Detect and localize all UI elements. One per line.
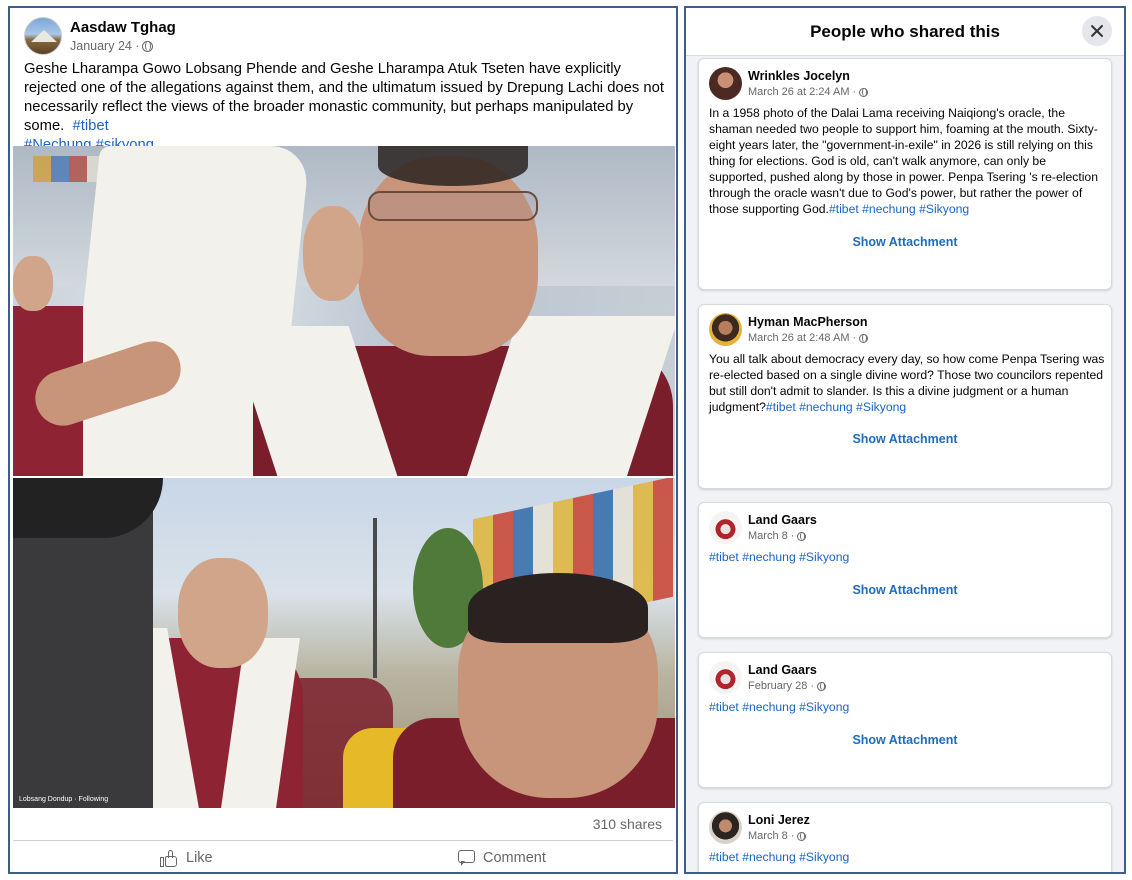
share-card: Hyman MacPherson March 26 at 2:48 AM · Y… [698, 304, 1112, 489]
post-photo-bottom[interactable]: Lobsang Dondup · Following [13, 478, 675, 808]
face-main [358, 156, 538, 356]
share-card: Wrinkles Jocelyn March 26 at 2:24 AM · I… [698, 58, 1112, 290]
globe-icon [859, 333, 869, 343]
share-hashtags[interactable]: #tibet #nechung #Sikyong [709, 850, 849, 864]
share-hashtags[interactable]: #tibet #nechung #Sikyong [829, 202, 969, 216]
close-icon [1090, 24, 1104, 38]
show-attachment-button[interactable]: Show Attachment [699, 432, 1111, 446]
share-meta: Loni Jerez March 8 · [748, 813, 810, 842]
like-button[interactable]: Like [160, 844, 213, 872]
face-left [13, 256, 53, 311]
share-text: In a 1958 photo of the Dalai Lama receiv… [709, 105, 1105, 217]
sharer-name[interactable]: Land Gaars [748, 513, 817, 527]
globe-icon [797, 831, 807, 841]
share-header: Wrinkles Jocelyn March 26 at 2:24 AM · [709, 67, 869, 100]
globe-icon [859, 87, 869, 97]
thumbs-up-icon [160, 849, 178, 867]
face-behind [303, 206, 363, 301]
share-meta: Land Gaars February 28 · [748, 663, 827, 692]
show-attachment-button[interactable]: Show Attachment [699, 733, 1111, 747]
glasses [368, 191, 538, 221]
avatar[interactable] [709, 811, 742, 844]
share-body: In a 1958 photo of the Dalai Lama receiv… [709, 106, 1098, 216]
avatar[interactable] [709, 511, 742, 544]
sharer-name[interactable]: Wrinkles Jocelyn [748, 69, 868, 83]
share-date[interactable]: March 8 · [748, 830, 794, 842]
divider [13, 840, 673, 841]
dialog-title: People who shared this [810, 21, 1000, 41]
share-card: Land Gaars February 28 · #tibet #nechung… [698, 652, 1112, 788]
comment-label: Comment [483, 850, 546, 866]
post-photo-top[interactable] [13, 146, 675, 476]
share-date-row: March 26 at 2:48 AM · [748, 332, 869, 344]
post-body-text: Geshe Lharampa Gowo Lobsang Phende and G… [24, 60, 669, 155]
share-date-row: March 8 · [748, 530, 817, 542]
share-date-row: February 28 · [748, 680, 827, 692]
post-author-name[interactable]: Aasdaw Tghag [70, 19, 176, 36]
monk-face [178, 558, 268, 668]
shares-dialog: People who shared this Wrinkles Jocelyn … [684, 6, 1126, 874]
show-attachment-button[interactable]: Show Attachment [699, 235, 1111, 249]
share-hashtags[interactable]: #tibet #nechung #Sikyong [709, 700, 849, 714]
show-attachment-button[interactable]: Show Attachment [699, 583, 1111, 597]
dialog-header: People who shared this [686, 8, 1124, 56]
post-date-row: January 24 · [70, 39, 176, 53]
share-date[interactable]: February 28 · [748, 680, 814, 692]
post-date[interactable]: January 24 · [70, 39, 139, 53]
sharer-name[interactable]: Loni Jerez [748, 813, 810, 827]
globe-icon [142, 40, 154, 52]
share-hashtags[interactable]: #tibet #nechung #Sikyong [766, 400, 906, 414]
avatar[interactable] [709, 661, 742, 694]
sharer-name[interactable]: Hyman MacPherson [748, 315, 868, 329]
comment-icon [458, 850, 475, 866]
hashtag-link[interactable]: #tibet [73, 118, 109, 134]
share-card: Loni Jerez March 8 · #tibet #nechung #Si… [698, 802, 1112, 872]
avatar[interactable] [709, 67, 742, 100]
post-header: Aasdaw Tghag January 24 · [24, 16, 176, 56]
post-text: Geshe Lharampa Gowo Lobsang Phende and G… [24, 61, 664, 134]
close-button[interactable] [1082, 16, 1112, 46]
share-card: Land Gaars March 8 · #tibet #nechung #Si… [698, 502, 1112, 638]
share-header: Land Gaars March 8 · [709, 511, 817, 544]
share-header: Loni Jerez March 8 · [709, 811, 810, 844]
share-date-row: March 26 at 2:24 AM · [748, 86, 869, 98]
share-date[interactable]: March 8 · [748, 530, 794, 542]
utility-pole [373, 518, 377, 678]
share-header: Hyman MacPherson March 26 at 2:48 AM · [709, 313, 869, 346]
share-date-row: March 8 · [748, 830, 810, 842]
share-meta: Land Gaars March 8 · [748, 513, 817, 542]
share-date[interactable]: March 26 at 2:24 AM · [748, 86, 856, 98]
share-text: You all talk about democracy every day, … [709, 351, 1105, 415]
share-text: #tibet #nechung #Sikyong [709, 849, 1105, 865]
share-meta: Wrinkles Jocelyn March 26 at 2:24 AM · [748, 69, 869, 98]
share-hashtags[interactable]: #tibet #nechung #Sikyong [709, 550, 849, 564]
globe-icon [797, 531, 807, 541]
post-meta: Aasdaw Tghag January 24 · [70, 19, 176, 53]
author-avatar[interactable] [24, 17, 62, 55]
sharer-name[interactable]: Land Gaars [748, 663, 826, 677]
video-watermark: Lobsang Dondup · Following [19, 796, 109, 803]
share-text: #tibet #nechung #Sikyong [709, 549, 1105, 565]
like-label: Like [186, 850, 213, 866]
globe-icon [817, 681, 827, 691]
share-count[interactable]: 310 shares [593, 816, 662, 832]
post-card: Aasdaw Tghag January 24 · Geshe Lharampa… [8, 6, 678, 874]
comment-button[interactable]: Comment [458, 844, 546, 872]
avatar[interactable] [709, 313, 742, 346]
share-meta: Hyman MacPherson March 26 at 2:48 AM · [748, 315, 869, 344]
share-text: #tibet #nechung #Sikyong [709, 699, 1105, 715]
share-header: Land Gaars February 28 · [709, 661, 827, 694]
hair [378, 146, 528, 186]
share-date[interactable]: March 26 at 2:48 AM · [748, 332, 856, 344]
front-hair [468, 573, 648, 643]
